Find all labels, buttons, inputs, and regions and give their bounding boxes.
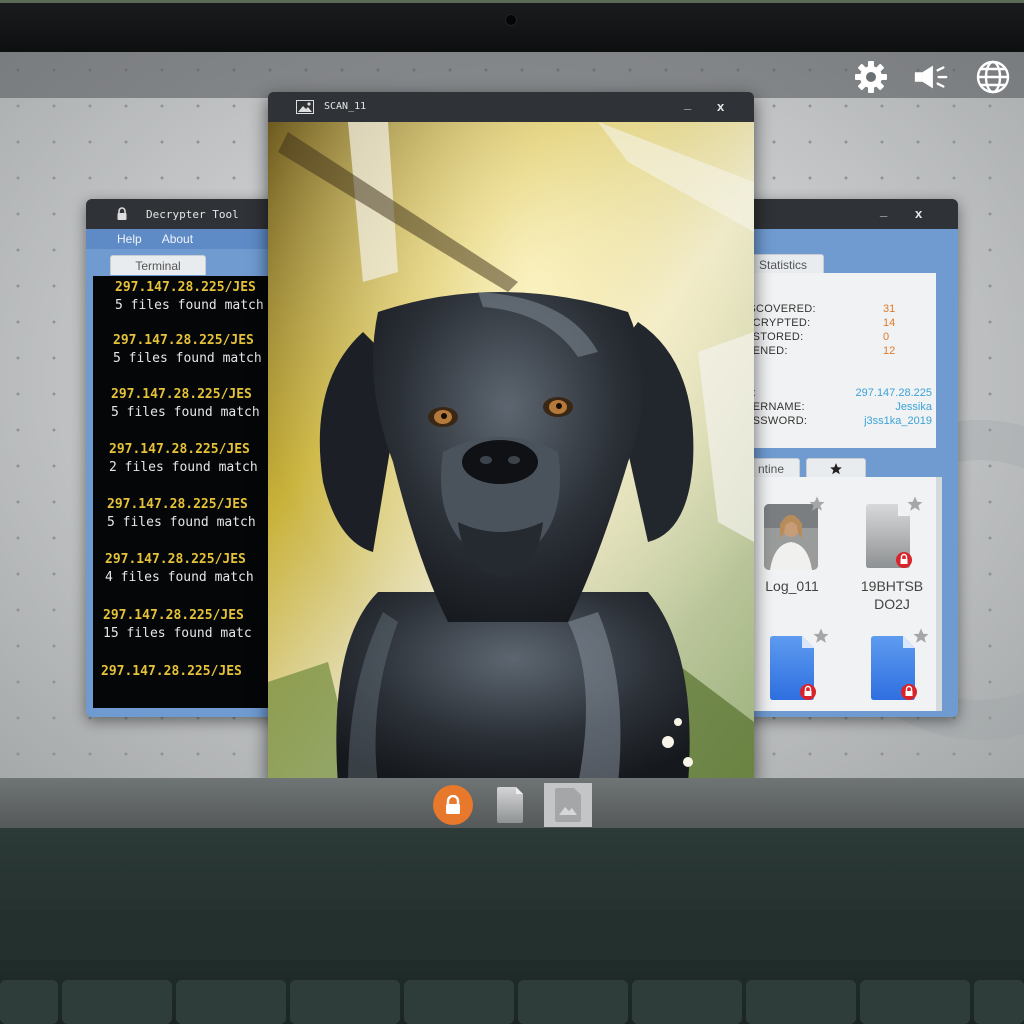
keyboard-key <box>860 980 970 1024</box>
stat-restored-value: 0 <box>883 331 890 343</box>
keyboard-key <box>974 980 1024 1024</box>
image-app-icon[interactable] <box>544 783 592 827</box>
tab-statistics[interactable]: Statistics <box>742 254 824 274</box>
file-thumbnail[interactable] <box>764 504 818 570</box>
terminal-entry: 297.147.28.225/JES 5 files found match <box>113 333 262 366</box>
speaker-icon[interactable] <box>912 58 950 96</box>
file-name: Log_011 <box>765 578 819 594</box>
monitor-bezel <box>0 0 1024 52</box>
minimize-button[interactable]: _ <box>880 203 887 218</box>
terminal-output[interactable]: 297.147.28.225/JES 5 files found match 2… <box>93 276 293 708</box>
image-icon <box>296 100 314 114</box>
gear-icon[interactable] <box>852 58 890 96</box>
statistics-panel: ISCOVERED: 31 ECRYPTED: 14 ESTORED: 0 PE… <box>742 273 936 448</box>
terminal-ip: 297.147.28.225/JES <box>113 333 254 348</box>
bezel-edge <box>0 0 1024 3</box>
image-viewer-window[interactable]: SCAN_11 _ x <box>268 92 754 784</box>
keyboard-key <box>290 980 400 1024</box>
keyboard-key <box>518 980 628 1024</box>
terminal-entry: 297.147.28.225/JES <box>101 664 242 682</box>
close-button[interactable]: x <box>915 206 922 221</box>
cred-username-value: Jessika <box>895 401 932 413</box>
terminal-message: 2 files found match <box>109 460 258 475</box>
stat-discovered-label: ISCOVERED: <box>745 303 816 315</box>
minimize-button[interactable]: _ <box>684 96 691 111</box>
terminal-entry: 297.147.28.225/JES 4 files found match <box>105 552 254 585</box>
stat-decrypted-value: 14 <box>883 317 896 329</box>
stat-discovered-value: 31 <box>883 303 896 315</box>
terminal-ip: 297.147.28.225/JES <box>103 608 244 623</box>
tab-terminal[interactable]: Terminal <box>110 255 206 275</box>
keyboard-key <box>404 980 514 1024</box>
star-icon[interactable] <box>808 495 826 513</box>
locked-document-icon[interactable] <box>768 635 818 701</box>
terminal-ip: 297.147.28.225/JES <box>105 552 246 567</box>
dog-painting-image <box>268 122 754 784</box>
document-app-icon[interactable] <box>493 785 527 825</box>
tab-favorites[interactable] <box>806 458 866 478</box>
viewer-title: SCAN_11 <box>324 101 367 112</box>
lock-icon <box>116 207 128 223</box>
star-icon[interactable] <box>912 627 930 645</box>
statistics-titlebar[interactable]: _ x <box>720 199 958 229</box>
person-photo-icon <box>764 504 818 570</box>
terminal-entry: 297.147.28.225/JES 5 files found match <box>111 387 260 420</box>
terminal-entry: 297.147.28.225/JES 15 files found matc <box>103 608 252 641</box>
terminal-entry: 297.147.28.225/JES 5 files found match <box>115 280 264 313</box>
stat-decrypted-label: ECRYPTED: <box>745 317 811 329</box>
star-icon <box>830 462 842 474</box>
terminal-message: 4 files found match <box>105 570 254 585</box>
keyboard-key <box>632 980 742 1024</box>
terminal-entry: 297.147.28.225/JES 2 files found match <box>109 442 258 475</box>
menu-about[interactable]: About <box>162 232 193 246</box>
cred-password-value: j3ss1ka_2019 <box>864 415 932 427</box>
menubar: Help About <box>86 229 286 249</box>
terminal-ip: 297.147.28.225/JES <box>115 280 256 295</box>
star-icon[interactable] <box>906 495 924 513</box>
keyboard-row <box>0 910 1024 960</box>
keyboard-key <box>176 980 286 1024</box>
terminal-message: 5 files found match <box>113 351 262 366</box>
viewer-titlebar[interactable]: SCAN_11 _ x <box>268 92 754 122</box>
cred-ip-value: 297.147.28.225 <box>855 387 932 399</box>
terminal-ip: 297.147.28.225/JES <box>111 387 252 402</box>
globe-icon[interactable] <box>974 58 1012 96</box>
terminal-message: 5 files found match <box>107 515 256 530</box>
lock-app-icon[interactable] <box>433 785 473 825</box>
close-button[interactable]: x <box>717 99 724 114</box>
terminal-message: 5 files found match <box>111 405 260 420</box>
window-title: Decrypter Tool <box>146 208 239 221</box>
terminal-message: 5 files found match <box>115 298 264 313</box>
terminal-ip: 297.147.28.225/JES <box>101 664 242 679</box>
keyboard-key <box>746 980 856 1024</box>
keyboard-key <box>0 980 58 1024</box>
file-name: 19BHTSB DO2J <box>860 578 924 612</box>
webcam <box>505 14 517 26</box>
menu-help[interactable]: Help <box>117 232 142 246</box>
cred-password-label: ASSWORD: <box>745 415 808 427</box>
terminal-ip: 297.147.28.225/JES <box>107 497 248 512</box>
files-panel: Log_011 19BHTSB DO2J <box>742 477 942 711</box>
terminal-entry: 297.147.28.225/JES 5 files found match <box>107 497 256 530</box>
star-icon[interactable] <box>812 627 830 645</box>
stat-opened-value: 12 <box>883 345 896 357</box>
decrypter-titlebar[interactable]: Decrypter Tool <box>86 199 286 229</box>
terminal-message: 15 files found matc <box>103 626 252 641</box>
keyboard-key <box>62 980 172 1024</box>
monitor: Decrypter Tool Help About Terminal 297.1… <box>0 0 1024 1024</box>
terminal-ip: 297.147.28.225/JES <box>109 442 250 457</box>
